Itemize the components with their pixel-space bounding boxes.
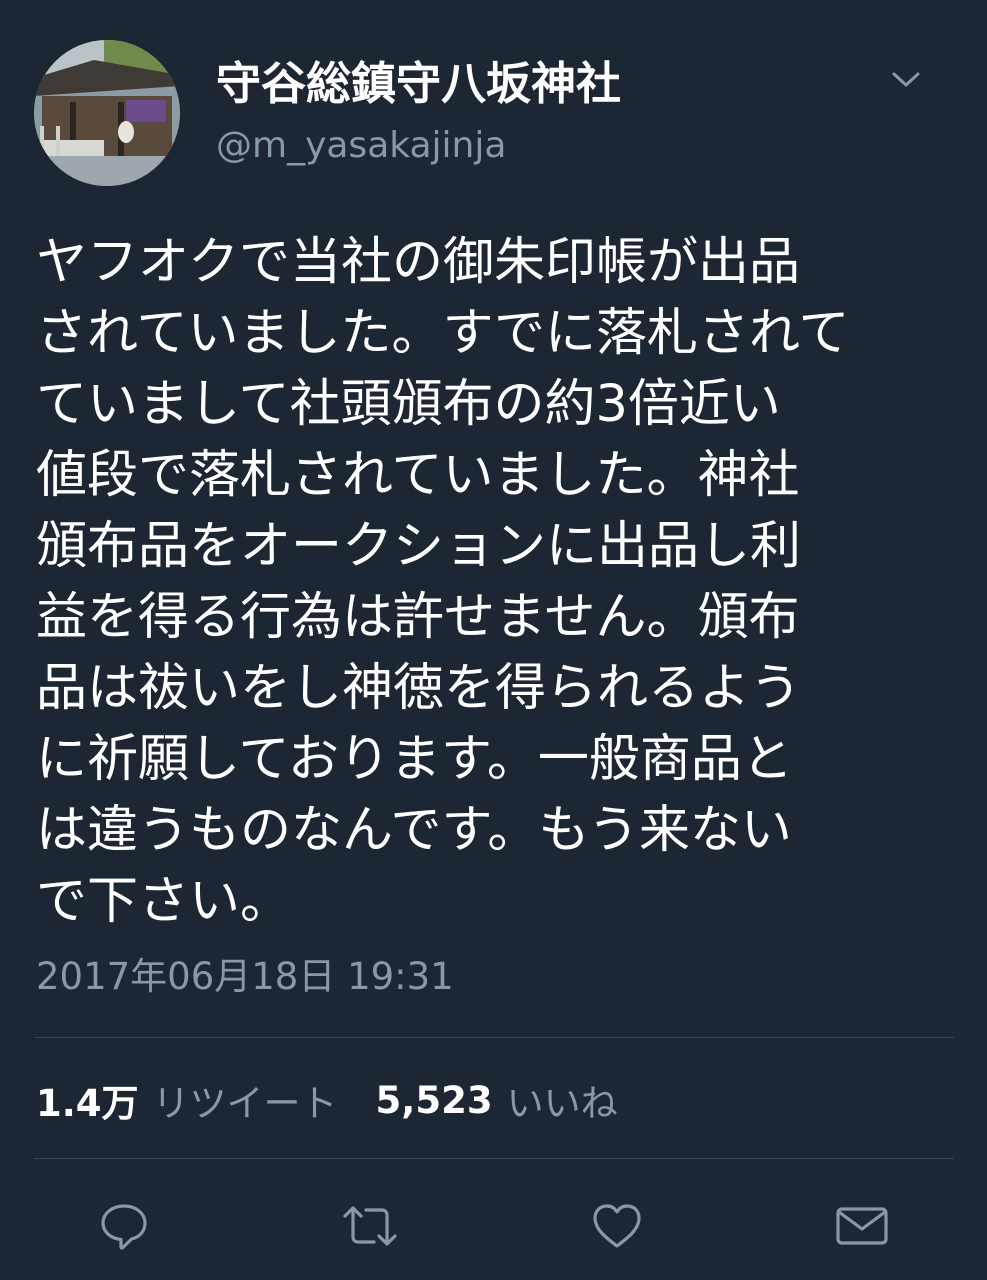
- tweet-timestamp: 2017年06月18日 19:31: [36, 955, 454, 998]
- retweet-icon: [343, 1206, 397, 1246]
- retweet-button[interactable]: [340, 1196, 400, 1256]
- tweet-stats: 1.4万 リツイート 5,523 いいね: [36, 1073, 656, 1127]
- like-label[interactable]: いいね: [507, 1073, 618, 1127]
- tweet-text-line: は違うものなんです。もう来ない: [36, 801, 792, 860]
- tweet-text-line: 品は祓いをし神徳を得られるよう: [36, 659, 802, 718]
- chevron-down-icon[interactable]: [884, 58, 928, 102]
- direct-message-button[interactable]: [832, 1196, 892, 1256]
- tweet-text-line: に祈願しております。一般商品と: [36, 730, 793, 789]
- tweet-text-line: で下さい。: [36, 872, 292, 931]
- divider: [34, 1158, 954, 1159]
- retweet-label[interactable]: リツイート: [153, 1073, 338, 1127]
- tweet-text-line: ヤフオクで当社の御朱印帳が出品: [36, 233, 800, 292]
- tweet-text-line: 頒布品をオークションに出品し利: [36, 517, 802, 576]
- avatar[interactable]: [34, 40, 180, 186]
- envelope-icon: [836, 1207, 888, 1245]
- reply-button[interactable]: [94, 1196, 154, 1256]
- tweet-text: ヤフオクで当社の御朱印帳が出品 されていました。すでに落札されて ていまして社頭…: [36, 227, 956, 937]
- tweet-actions: [0, 1196, 987, 1256]
- retweet-count[interactable]: 1.4万: [36, 1073, 139, 1127]
- display-name[interactable]: 守谷総鎮守八坂神社: [216, 54, 621, 114]
- tweet-text-line: ていまして社頭頒布の約3倍近い: [36, 375, 781, 434]
- tweet-text-line: 値段で落札されていました。神社: [36, 446, 800, 505]
- reply-icon: [101, 1204, 147, 1250]
- user-handle[interactable]: @m_yasakajinja: [216, 124, 506, 168]
- tweet-text-line: されていました。すでに落札されて: [36, 304, 850, 363]
- like-button[interactable]: [587, 1196, 647, 1256]
- like-count[interactable]: 5,523: [376, 1079, 493, 1122]
- tweet-text-line: 益を得る行為は許せません。頒布: [36, 588, 800, 647]
- heart-icon: [593, 1204, 641, 1248]
- shrine-photo-avatar-image: [34, 40, 180, 186]
- divider: [34, 1037, 954, 1038]
